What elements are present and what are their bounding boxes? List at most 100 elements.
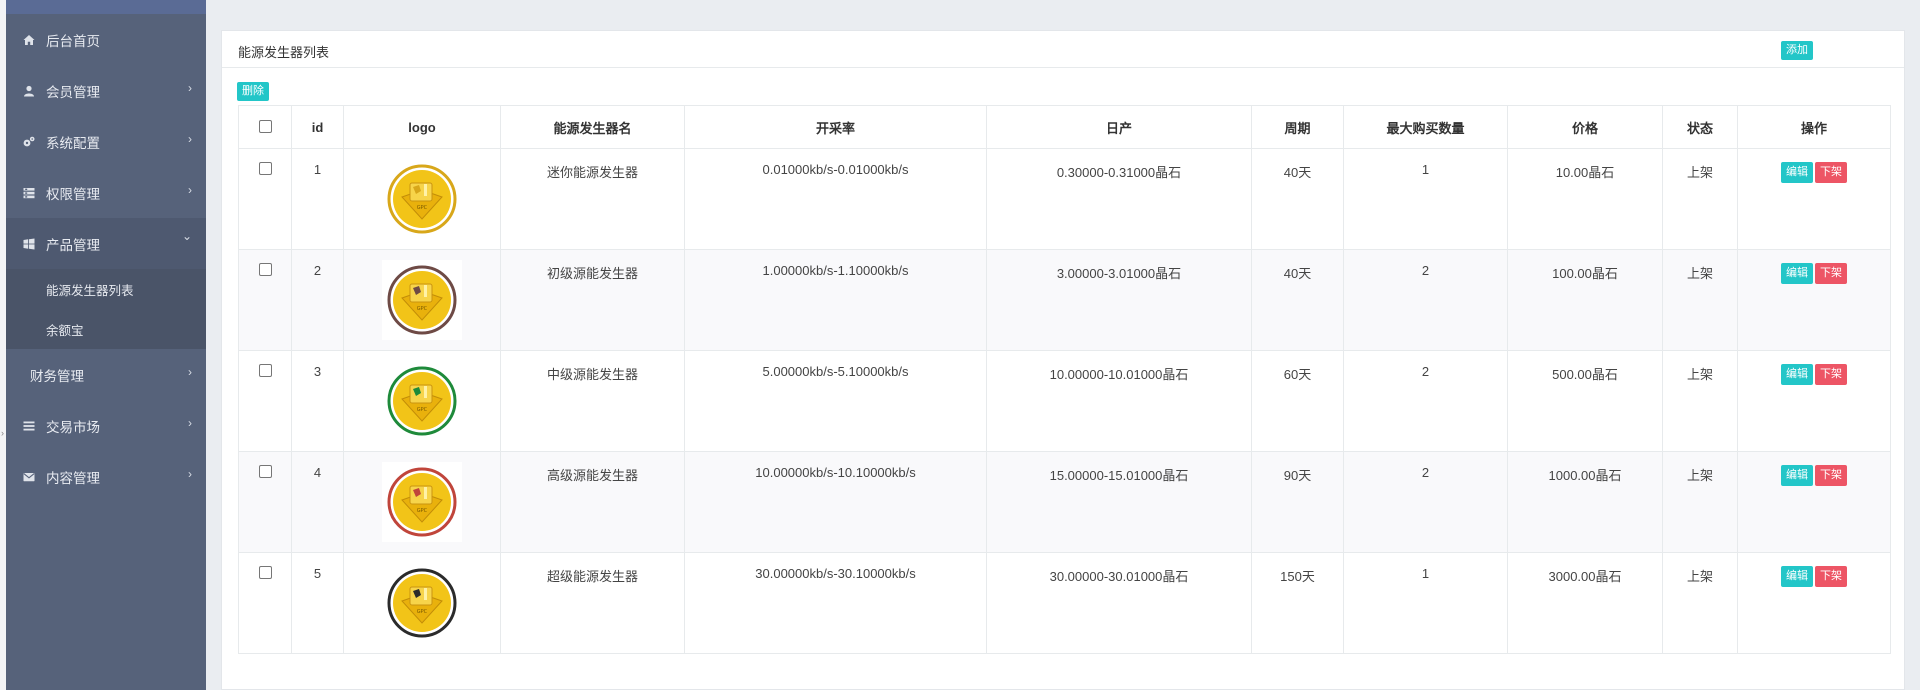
home-icon: [22, 34, 36, 46]
sidebar-item-members[interactable]: 会员管理 ›: [6, 65, 206, 116]
rate-cell: 10.00000kb/s-10.10000kb/s: [684, 451, 987, 553]
sidebar-item-label: 交易市场: [46, 419, 100, 435]
column-header: 操作: [1737, 105, 1891, 149]
row-select-cell: [238, 451, 292, 553]
max-purchase-cell: 1: [1343, 552, 1508, 654]
sidebar-item-finance[interactable]: 财务管理 ›: [6, 349, 206, 400]
price-cell: 10.00晶石: [1507, 148, 1663, 250]
main-content: 能源发生器列表 添加 删除 id logo 能源发生器名 开采率 日产 周期 最…: [206, 0, 1920, 690]
price-cell: 3000.00晶石: [1507, 552, 1663, 654]
rate-cell: 0.01000kb/s-0.01000kb/s: [684, 148, 987, 250]
daily-cell: 0.30000-0.31000晶石: [986, 148, 1252, 250]
price-cell: 1000.00晶石: [1507, 451, 1663, 553]
sidebar-header-bar: [6, 0, 206, 14]
status-cell: 上架: [1662, 148, 1738, 250]
edit-button[interactable]: 编辑: [1781, 566, 1813, 588]
row-checkbox[interactable]: [258, 566, 272, 579]
id-cell: 4: [291, 451, 344, 553]
name-cell: 高级源能发生器: [500, 451, 685, 553]
sidebar-item-system-config[interactable]: 系统配置 ›: [6, 116, 206, 167]
table-header-row: id logo 能源发生器名 开采率 日产 周期 最大购买数量 价格 状态 操作: [238, 105, 1891, 149]
add-button[interactable]: 添加: [1781, 41, 1813, 61]
row-select-cell: [238, 249, 292, 351]
sidebar-item-label: 财务管理: [30, 368, 84, 384]
max-purchase-cell: 1: [1343, 148, 1508, 250]
period-cell: 40天: [1251, 148, 1344, 250]
logo-cell: GPC: [343, 249, 501, 351]
row-checkbox[interactable]: [258, 465, 272, 478]
edit-button[interactable]: 编辑: [1781, 263, 1813, 285]
submenu-item-generator-list[interactable]: 能源发生器列表: [6, 269, 206, 309]
sidebar-item-products[interactable]: 产品管理 ⌄: [6, 218, 206, 269]
generator-badge-icon: GPC: [387, 265, 457, 335]
column-header: 开采率: [684, 105, 987, 149]
collapse-arrow-icon[interactable]: ›: [1, 428, 4, 438]
sidebar-item-label: 系统配置: [46, 135, 100, 151]
period-cell: 60天: [1251, 350, 1344, 452]
table-row: 4 GPC 高级源能发生器 10.00000kb/s-10.10000kb/s 15.0…: [238, 451, 1891, 553]
id-cell: 5: [291, 552, 344, 654]
bars-icon: [22, 420, 36, 432]
submenu-item-yuebao[interactable]: 余额宝: [6, 309, 206, 349]
svg-text:GPC: GPC: [417, 306, 428, 312]
table-row: 1 GPC 迷你能源发生器 0.01000kb/s-0.01000kb/s 0.3000…: [238, 148, 1891, 250]
chevron-right-icon: ›: [188, 183, 192, 197]
table-row: 5 GPC 超级能源发生器 30.00000kb/s-30.10000kb/s 30.0…: [238, 552, 1891, 654]
sidebar-item-label: 内容管理: [46, 470, 100, 486]
sidebar-item-label: 权限管理: [46, 186, 100, 202]
status-cell: 上架: [1662, 552, 1738, 654]
delete-button[interactable]: 删除: [237, 82, 269, 102]
svg-text:GPC: GPC: [417, 205, 428, 211]
logo-cell: GPC: [343, 148, 501, 250]
generator-badge-icon: GPC: [387, 366, 457, 436]
offshelf-button[interactable]: 下架: [1815, 364, 1847, 386]
generator-logo: GPC: [382, 159, 462, 239]
daily-cell: 10.00000-10.01000晶石: [986, 350, 1252, 452]
actions-cell: 编辑 下架: [1737, 148, 1891, 250]
edit-button[interactable]: 编辑: [1781, 364, 1813, 386]
actions-cell: 编辑 下架: [1737, 451, 1891, 553]
status-cell: 上架: [1662, 249, 1738, 351]
offshelf-button[interactable]: 下架: [1815, 465, 1847, 487]
sidebar-item-label: 后台首页: [46, 33, 100, 49]
generator-logo: GPC: [382, 260, 462, 340]
id-cell: 3: [291, 350, 344, 452]
chevron-right-icon: ›: [188, 467, 192, 481]
actions-cell: 编辑 下架: [1737, 552, 1891, 654]
daily-cell: 30.00000-30.01000晶石: [986, 552, 1252, 654]
generator-badge-icon: GPC: [387, 467, 457, 537]
panel-title: 能源发生器列表: [238, 45, 330, 60]
row-checkbox[interactable]: [258, 364, 272, 377]
sidebar-item-label: 会员管理: [46, 84, 100, 100]
id-cell: 1: [291, 148, 344, 250]
sidebar-item-home[interactable]: 后台首页: [6, 14, 206, 65]
table-body: 1 GPC 迷你能源发生器 0.01000kb/s-0.01000kb/s 0.3000…: [238, 148, 1891, 654]
logo-cell: GPC: [343, 350, 501, 452]
offshelf-button[interactable]: 下架: [1815, 263, 1847, 285]
rate-cell: 1.00000kb/s-1.10000kb/s: [684, 249, 987, 351]
chevron-right-icon: ›: [188, 132, 192, 146]
sidebar-item-market[interactable]: 交易市场 ›: [6, 400, 206, 451]
edit-button[interactable]: 编辑: [1781, 465, 1813, 487]
chevron-right-icon: ›: [188, 365, 192, 379]
edit-button[interactable]: 编辑: [1781, 162, 1813, 184]
max-purchase-cell: 2: [1343, 350, 1508, 452]
price-cell: 100.00晶石: [1507, 249, 1663, 351]
generator-logo: GPC: [382, 462, 462, 542]
generator-badge-icon: GPC: [387, 164, 457, 234]
select-all-header: [238, 105, 292, 149]
row-checkbox[interactable]: [258, 263, 272, 276]
period-cell: 150天: [1251, 552, 1344, 654]
sidebar-item-permissions[interactable]: 权限管理 ›: [6, 167, 206, 218]
row-checkbox[interactable]: [258, 162, 272, 175]
row-select-cell: [238, 148, 292, 250]
sidebar-item-content[interactable]: 内容管理 ›: [6, 451, 206, 502]
svg-text:GPC: GPC: [417, 407, 428, 413]
max-purchase-cell: 2: [1343, 451, 1508, 553]
offshelf-button[interactable]: 下架: [1815, 162, 1847, 184]
column-header: id: [291, 105, 344, 149]
offshelf-button[interactable]: 下架: [1815, 566, 1847, 588]
svg-text:GPC: GPC: [417, 609, 428, 615]
select-all-checkbox[interactable]: [258, 120, 272, 133]
logo-cell: GPC: [343, 552, 501, 654]
